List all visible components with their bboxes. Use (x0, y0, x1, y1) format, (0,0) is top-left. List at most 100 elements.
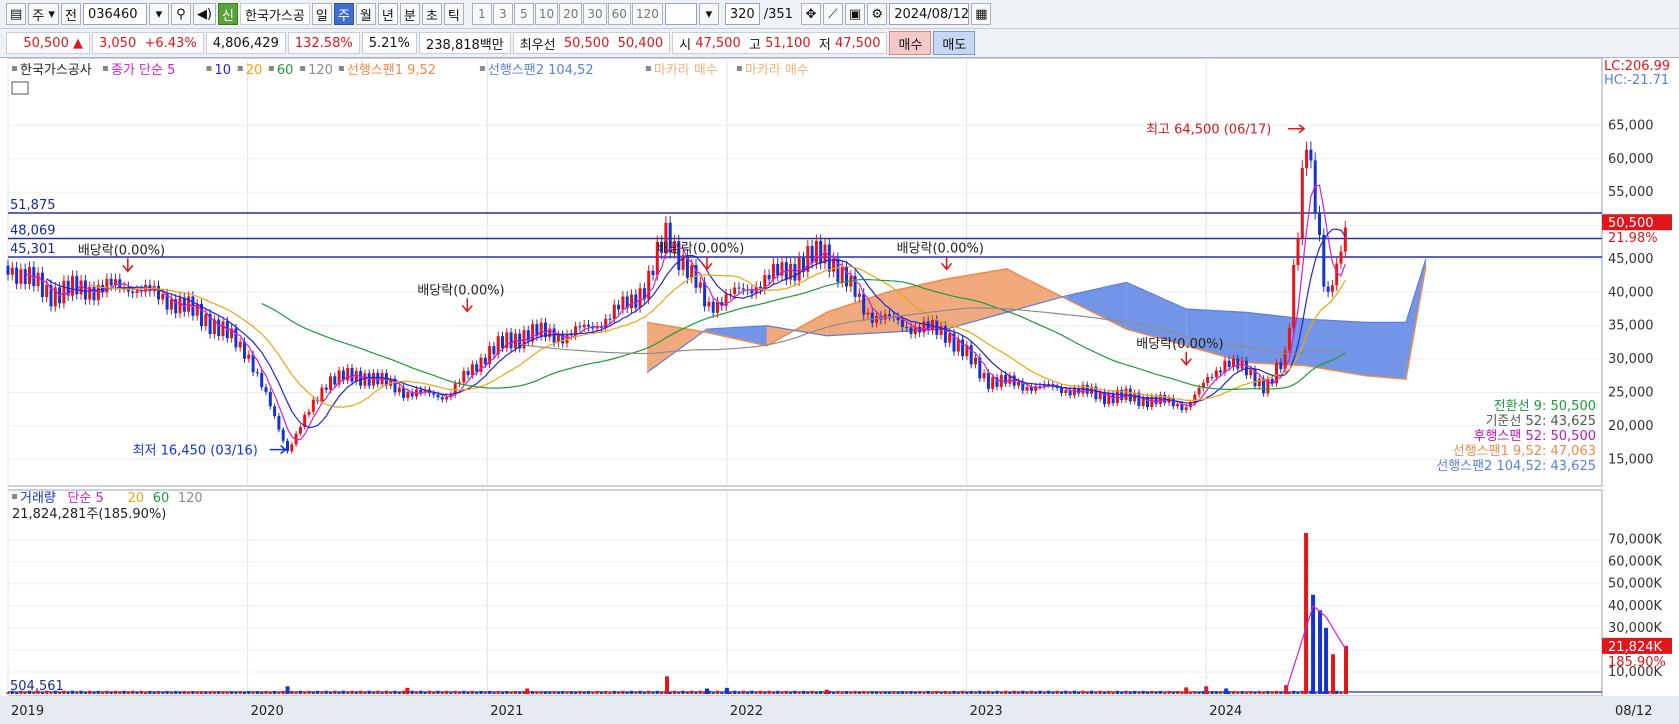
price-y-tick-label: 30,000 (1608, 352, 1654, 367)
legend-marker (237, 66, 243, 71)
crosshair-icon[interactable]: ✥ (800, 3, 821, 25)
candle-body (10, 267, 14, 275)
candle-body (432, 393, 436, 395)
volume-bar-small (638, 690, 642, 694)
volume-bar-small (32, 692, 36, 694)
volume-bar-small (217, 691, 221, 694)
candle-body (15, 267, 19, 284)
interval-tab-6[interactable]: 60 (607, 3, 631, 25)
up-arrow-icon: ▲ (73, 35, 83, 51)
blank-select-dropdown-icon[interactable]: ▾ (698, 3, 719, 25)
speaker-icon[interactable]: ◀) (192, 3, 217, 25)
volume-bar-small (716, 690, 719, 694)
blank-select[interactable] (664, 3, 697, 25)
candle-body (819, 240, 823, 264)
volume: 4,806,429 (205, 32, 286, 54)
volume-bar-small (879, 691, 883, 694)
volume-bar-small (114, 690, 117, 694)
volume-bar-small (1296, 691, 1300, 694)
buy-button[interactable]: 매수 (889, 31, 932, 55)
save-icon[interactable]: ▣ (844, 3, 866, 25)
volume-bar-small (845, 691, 848, 694)
period-tab-3[interactable]: 년 (377, 3, 398, 25)
volume-bar-small (1064, 690, 1068, 694)
candle-body (260, 373, 264, 388)
dividend-annotation: 배당락(0.00%) (657, 241, 744, 256)
quote-bar: 50,500 ▲ 3,050 +6.43% 4,806,429 132.58% … (0, 29, 1679, 58)
trend-icon[interactable]: ⟋ (822, 3, 843, 25)
volume-bar-small (1038, 690, 1042, 694)
candle-body (539, 322, 543, 337)
volume-bar-small (849, 691, 853, 694)
date-input[interactable]: 2024/08/12 (889, 3, 970, 25)
volume-bar (525, 688, 530, 694)
candle-body (311, 399, 315, 412)
stock-chart[interactable]: 2019 2020 2021 2022 2023 2024 08/1215,00020,00… (0, 58, 1679, 724)
volume-bar-small (1244, 691, 1248, 694)
candle-body (363, 373, 367, 386)
volume-bar-small (15, 692, 19, 694)
period-tab-2[interactable]: 월 (355, 3, 376, 25)
volume-bar-small (152, 691, 156, 694)
volume-bar-small (642, 692, 646, 694)
volume-bar-small (776, 690, 780, 694)
period-tab-5[interactable]: 초 (421, 3, 442, 25)
volume-bar-small (677, 692, 681, 694)
period-tab-4[interactable]: 분 (399, 3, 420, 25)
candle-body (1257, 378, 1261, 387)
volume-bar-small (118, 692, 122, 694)
volume-bar-small (1047, 690, 1051, 694)
interval-tab-2[interactable]: 5 (513, 3, 534, 25)
candle-body (92, 286, 96, 301)
candle-body (1214, 370, 1218, 378)
candle-body (1197, 387, 1201, 395)
volume-bar-small (1249, 691, 1253, 694)
stock-code-input[interactable]: 036460 (82, 3, 147, 25)
volume-bar-small (1060, 692, 1063, 694)
volume-bar-small (840, 691, 844, 694)
code-dropdown-icon[interactable]: ▾ (148, 3, 169, 25)
period-tabs: 일주월년분초틱 (311, 3, 464, 25)
interval-tab-4[interactable]: 20 (559, 3, 583, 25)
volume-bar-small (793, 690, 797, 694)
interval-tab-5[interactable]: 30 (583, 3, 607, 25)
candle-body (372, 372, 375, 386)
search-icon[interactable]: ⚲ (170, 3, 191, 25)
x-tick-label: 2020 (251, 704, 284, 719)
volume-bar-small (974, 691, 977, 694)
volume-bar-small (1287, 691, 1291, 694)
interval-tab-7[interactable]: 120 (631, 3, 663, 25)
volume-bar (824, 689, 829, 694)
layout-icon[interactable]: ▤ (6, 3, 27, 25)
gear-icon[interactable]: ⚙ (867, 3, 888, 25)
high-value: 51,100 (765, 35, 811, 51)
candle-body (737, 287, 741, 289)
volume-bar-small (488, 690, 492, 694)
interval-tab-3[interactable]: 10 (534, 3, 559, 25)
candle-body (733, 287, 737, 295)
volume-bar-small (1339, 692, 1343, 694)
volume-bar-small (1051, 692, 1055, 694)
candle-body (445, 397, 449, 400)
prev-button[interactable]: 전 (60, 3, 81, 25)
interval-tab-0[interactable]: 1 (471, 3, 492, 25)
volume-panel-frame (7, 489, 1603, 697)
period-tab-1[interactable]: 주 (333, 3, 354, 25)
volume-bar-small (952, 690, 956, 694)
period-tab-0[interactable]: 일 (311, 3, 332, 25)
volume-bar-small (513, 691, 517, 694)
candle-body (638, 288, 642, 308)
current-volume-pct: 185.90% (1608, 655, 1666, 670)
volume-bar-small (66, 692, 70, 694)
volume-bar-small (384, 690, 388, 694)
volume-bar-small (780, 692, 784, 694)
interval-tab-1[interactable]: 3 (492, 3, 513, 25)
period-dropdown[interactable]: 주 ▾ (28, 3, 59, 25)
volume-bar-small (204, 691, 208, 694)
calendar-icon[interactable]: ▦ (971, 3, 992, 25)
candle-body (440, 397, 444, 400)
count-input[interactable]: 320 (724, 3, 760, 25)
sell-button[interactable]: 매도 (933, 31, 976, 55)
period-tab-6[interactable]: 틱 (443, 3, 464, 25)
total-count: /351 (763, 6, 793, 22)
